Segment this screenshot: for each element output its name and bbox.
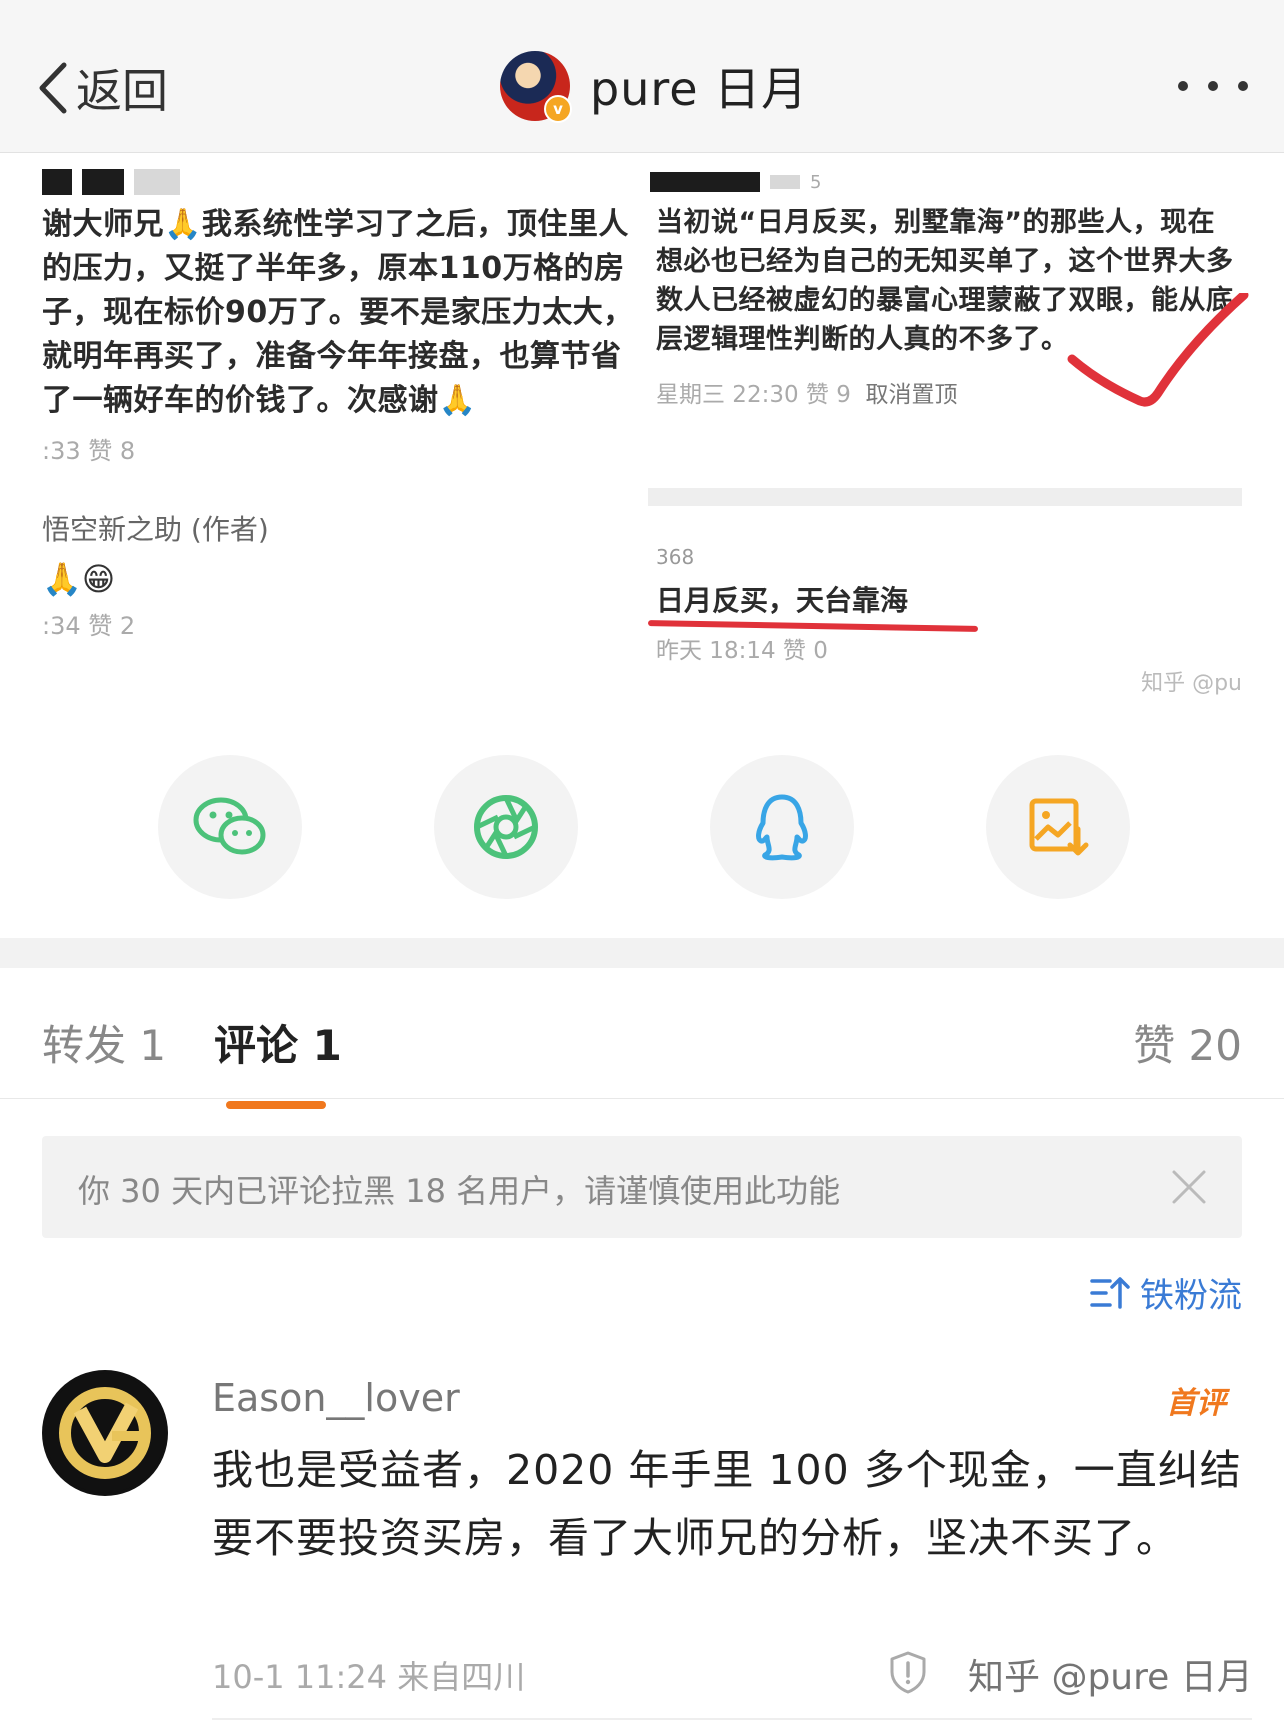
comment-username[interactable]: Eason__lover xyxy=(212,1376,460,1420)
back-label: 返回 xyxy=(76,64,168,118)
top-nav-bar: 返回 v pure 日月 xyxy=(0,0,1284,153)
close-icon[interactable] xyxy=(1170,1168,1208,1206)
right-reply-count: 368 xyxy=(656,545,695,569)
sort-icon xyxy=(1090,1276,1130,1309)
left-post-text: 谢大师兄🙏我系统性学习了之后，顶住里人的压力，又挺了半年多，原本110万格的房子… xyxy=(42,207,634,418)
tab-repost[interactable]: 转发 1 xyxy=(42,1012,166,1073)
nav-user-header[interactable]: v pure 日月 xyxy=(500,46,808,126)
notice-text: 你 30 天内已评论拉黑 18 名用户，请谨慎使用此功能 xyxy=(78,1172,841,1210)
left-reply-meta: :34 赞 2 xyxy=(42,612,136,640)
comment-text[interactable]: 我也是受益者，2020 年手里 100 多个现金，一直纠结要不要投资买房，看了大… xyxy=(212,1436,1252,1572)
blurred-username xyxy=(42,167,642,197)
moments-icon xyxy=(474,795,538,859)
blurred-username: 5 xyxy=(650,167,1242,197)
tab-bar: 转发 1 评论 1 赞 20 xyxy=(0,968,1284,1099)
verified-badge-icon: v xyxy=(544,95,572,123)
report-shield-icon[interactable] xyxy=(886,1650,930,1694)
sort-toggle-button[interactable]: 铁粉流 xyxy=(1090,1268,1242,1317)
qq-icon xyxy=(756,794,808,861)
back-button[interactable]: 返回 xyxy=(36,58,168,118)
more-options-icon[interactable] xyxy=(1178,74,1248,98)
right-reply-meta: 昨天 18:14 赞 0 xyxy=(656,638,828,664)
left-post: 谢大师兄🙏我系统性学习了之后，顶住里人的压力，又挺了半年多，原本110万格的房子… xyxy=(42,153,642,641)
unpin-label: 取消置顶 xyxy=(865,382,958,408)
share-wechat-button[interactable] xyxy=(158,755,302,899)
red-checkmark-icon xyxy=(1067,293,1249,407)
left-reply-emoji: 🙏😁 xyxy=(42,560,116,598)
nav-username: pure 日月 xyxy=(590,62,809,116)
shared-screenshot-image[interactable]: 谢大师兄🙏我系统性学习了之后，顶住里人的压力，又挺了半年多，原本110万格的房子… xyxy=(0,153,1284,713)
active-tab-indicator xyxy=(226,1101,326,1109)
block-notice-banner: 你 30 天内已评论拉黑 18 名用户，请谨慎使用此功能 xyxy=(42,1136,1242,1238)
comment-avatar[interactable] xyxy=(42,1370,168,1496)
zhihu-watermark: 知乎 @pure 日月 xyxy=(968,1657,1253,1698)
section-separator xyxy=(0,938,1284,968)
share-row xyxy=(0,755,1284,905)
image-watermark: 知乎 @pu xyxy=(1141,671,1242,696)
right-reply-text: 日月反买，天台靠海 xyxy=(656,584,909,617)
divider xyxy=(648,488,1242,506)
share-qq-button[interactable] xyxy=(710,755,854,899)
divider xyxy=(212,1718,1252,1720)
left-post-meta: :33 赞 8 xyxy=(42,437,136,465)
comment-meta: 10-1 11:24 来自四川 xyxy=(212,1658,526,1696)
tab-like[interactable]: 赞 20 xyxy=(1133,1012,1242,1073)
right-post-count: 5 xyxy=(810,171,822,193)
avatar-logo-icon xyxy=(45,1373,165,1493)
avatar[interactable]: v xyxy=(500,51,572,123)
chevron-left-icon xyxy=(39,62,67,114)
first-comment-badge: 首评 xyxy=(1166,1386,1226,1421)
right-post-meta-text: 星期三 22:30 赞 9 xyxy=(656,382,851,408)
left-reply-author: 悟空新之助 (作者) xyxy=(42,513,269,546)
wechat-icon xyxy=(193,797,266,855)
save-image-icon xyxy=(1029,798,1089,856)
share-moments-button[interactable] xyxy=(434,755,578,899)
save-image-button[interactable] xyxy=(986,755,1130,899)
sort-label: 铁粉流 xyxy=(1140,1276,1242,1316)
tab-comment[interactable]: 评论 1 xyxy=(214,1012,342,1073)
